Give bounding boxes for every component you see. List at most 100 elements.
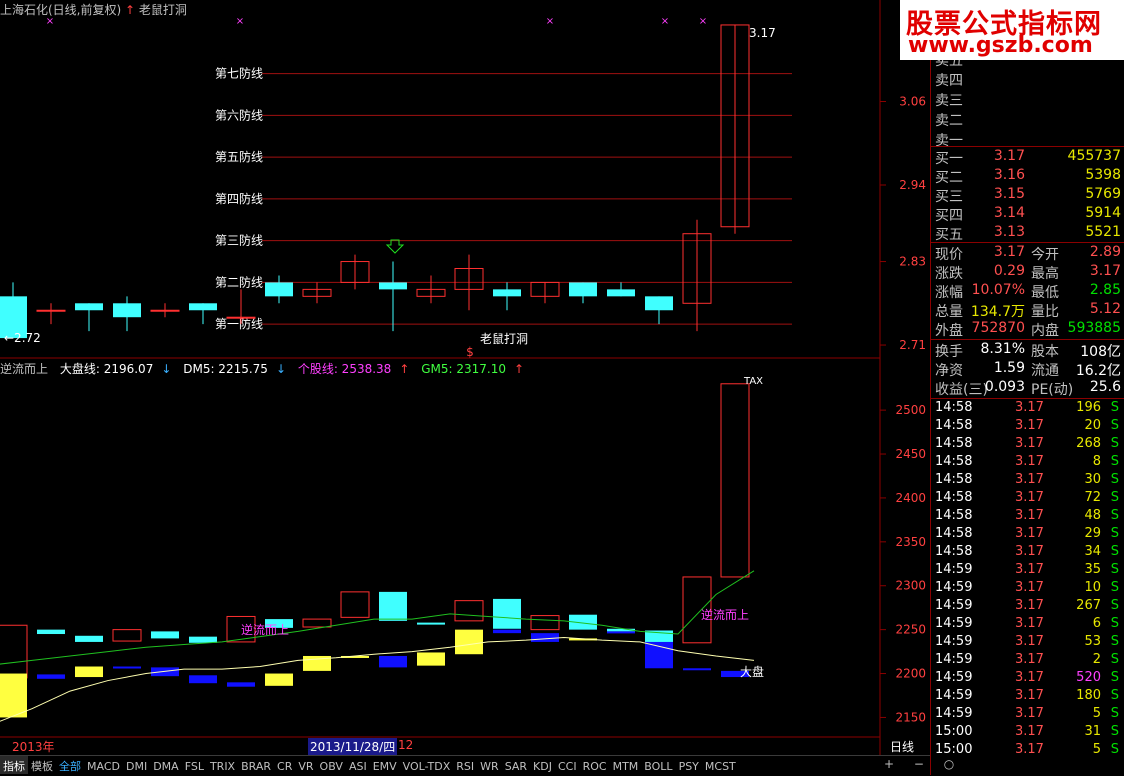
- toolbar-item-wr[interactable]: WR: [477, 758, 502, 773]
- toolbar-item-sar[interactable]: SAR: [502, 758, 530, 773]
- index-bar: [683, 668, 711, 671]
- stat-value: 108亿: [1080, 344, 1121, 360]
- tick-price: 3.17: [1015, 508, 1044, 523]
- tick-price: 3.17: [1015, 580, 1044, 595]
- tick-row[interactable]: 14:59 3.17 267 S: [933, 598, 1123, 616]
- candle-body: [150, 309, 180, 312]
- toolbar-item-vol-tdx[interactable]: VOL-TDX: [400, 758, 454, 773]
- quote-value: 3.17: [1089, 263, 1121, 279]
- tick-side: S: [1110, 616, 1119, 631]
- tick-row[interactable]: 14:58 3.17 196 S: [933, 400, 1123, 418]
- quote-row: 总量 134.7万 量比 5.12: [933, 301, 1123, 320]
- defense-line-label: 第三防线: [215, 233, 263, 248]
- toolbar-item-boll[interactable]: BOLL: [641, 758, 675, 773]
- price-axis-label: 2.94: [899, 178, 926, 192]
- tick-row[interactable]: 15:00 3.17 31 S: [933, 724, 1123, 742]
- toolbar-item-cci[interactable]: CCI: [555, 758, 580, 773]
- toolbar-item-cr[interactable]: CR: [274, 758, 295, 773]
- tick-row[interactable]: 14:59 3.17 53 S: [933, 634, 1123, 652]
- indicator-name[interactable]: 逆流而上: [0, 362, 48, 376]
- tick-price: 3.17: [1015, 634, 1044, 649]
- toolbar-item-dmi[interactable]: DMI: [123, 758, 150, 773]
- buy-row[interactable]: 买四 3.14 5914: [933, 205, 1123, 224]
- toolbar-item-dma[interactable]: DMA: [150, 758, 182, 773]
- tick-row[interactable]: 14:59 3.17 520 S: [933, 670, 1123, 688]
- tick-side: S: [1110, 400, 1119, 415]
- index-bar: [37, 674, 65, 679]
- toolbar-item-mtm[interactable]: MTM: [610, 758, 642, 773]
- buy-price: 3.15: [993, 186, 1025, 202]
- toolbar-item-全部[interactable]: 全部: [56, 756, 84, 774]
- toolbar-item-rsi[interactable]: RSI: [453, 758, 477, 773]
- tick-row[interactable]: 14:58 3.17 8 S: [933, 454, 1123, 472]
- tick-row[interactable]: 14:59 3.17 6 S: [933, 616, 1123, 634]
- tick-time: 14:58: [935, 454, 973, 469]
- dm5-line: [0, 637, 755, 722]
- toolbar-item-asi[interactable]: ASI: [346, 758, 370, 773]
- sell-row[interactable]: 卖二: [933, 110, 1123, 129]
- tick-row[interactable]: 14:58 3.17 34 S: [933, 544, 1123, 562]
- stock-bar: [302, 618, 332, 628]
- toolbar-item-模板[interactable]: 模板: [28, 756, 56, 774]
- tick-volume: 31: [1084, 724, 1101, 739]
- buy-row[interactable]: 买二 3.16 5398: [933, 167, 1123, 186]
- candle-body: [645, 296, 673, 311]
- tick-row[interactable]: 14:58 3.17 20 S: [933, 418, 1123, 436]
- buy-row[interactable]: 买五 3.13 5521: [933, 224, 1123, 243]
- toolbar-item-psy[interactable]: PSY: [676, 758, 702, 773]
- stock-bar: [0, 624, 28, 679]
- index-bar: [417, 652, 445, 666]
- stock-bar: [454, 600, 484, 622]
- ind-axis-label: 2250: [895, 623, 926, 637]
- ind-axis-label: 2350: [895, 535, 926, 549]
- toolbar-item-vr[interactable]: VR: [295, 758, 316, 773]
- tick-row[interactable]: 14:59 3.17 2 S: [933, 652, 1123, 670]
- toolbar-item-macd[interactable]: MACD: [84, 758, 123, 773]
- index-bar: [113, 666, 141, 669]
- tick-row[interactable]: 15:00 3.17 5 S: [933, 742, 1123, 760]
- buy-row[interactable]: 买一 3.17 455737: [933, 148, 1123, 167]
- sell-row[interactable]: 卖三: [933, 90, 1123, 109]
- tick-volume: 267: [1076, 598, 1101, 613]
- tick-row[interactable]: 14:58 3.17 72 S: [933, 490, 1123, 508]
- stat-label: 净资: [935, 363, 963, 379]
- toolbar-item-指标[interactable]: 指标: [0, 756, 28, 774]
- buy-volume: 455737: [1067, 148, 1121, 164]
- defense-line-label: 第五防线: [215, 149, 263, 164]
- tick-row[interactable]: 14:59 3.17 10 S: [933, 580, 1123, 598]
- dpx-value: 大盘线: 2196.07 ↓: [59, 362, 172, 376]
- quote-row: 现价 3.17 今开 2.89: [933, 244, 1123, 263]
- buy-row[interactable]: 买三 3.15 5769: [933, 186, 1123, 205]
- toolbar-item-mcst[interactable]: MCST: [702, 758, 739, 773]
- toolbar-item-fsl[interactable]: FSL: [182, 758, 207, 773]
- stat-value: 8.31%: [980, 341, 1025, 357]
- tick-row[interactable]: 14:58 3.17 268 S: [933, 436, 1123, 454]
- tick-side: S: [1110, 724, 1119, 739]
- tick-price: 3.17: [1015, 472, 1044, 487]
- tick-row[interactable]: 14:59 3.17 5 S: [933, 706, 1123, 724]
- sell-label: 卖四: [935, 73, 963, 89]
- divider: [931, 146, 1124, 147]
- formula-name[interactable]: 老鼠打洞: [139, 3, 187, 17]
- candle-body: [569, 282, 597, 297]
- tick-time: 14:58: [935, 544, 973, 559]
- toolbar-item-obv[interactable]: OBV: [317, 758, 346, 773]
- toolbar-item-brar[interactable]: BRAR: [238, 758, 274, 773]
- defense-line-label: 第四防线: [215, 191, 263, 206]
- tick-row[interactable]: 14:58 3.17 48 S: [933, 508, 1123, 526]
- tick-row[interactable]: 14:58 3.17 30 S: [933, 472, 1123, 490]
- toolbar-item-emv[interactable]: EMV: [370, 758, 400, 773]
- tick-time: 14:59: [935, 616, 973, 631]
- period-label[interactable]: 日线: [890, 738, 914, 755]
- tick-row[interactable]: 14:59 3.17 35 S: [933, 562, 1123, 580]
- tick-side: S: [1110, 580, 1119, 595]
- kline-chart[interactable]: 3.06 2.94 2.83 2.71 第七防线第六防线第五防线第四防线第三防线第二防线…: [0, 0, 930, 755]
- buy-price: 3.14: [993, 205, 1025, 221]
- toolbar-item-trix[interactable]: TRIX: [207, 758, 238, 773]
- tick-row[interactable]: 14:58 3.17 29 S: [933, 526, 1123, 544]
- sell-row[interactable]: 卖四: [933, 70, 1123, 89]
- toolbar-item-roc[interactable]: ROC: [580, 758, 610, 773]
- toolbar-item-kdj[interactable]: KDJ: [530, 758, 555, 773]
- tick-row[interactable]: 14:59 3.17 180 S: [933, 688, 1123, 706]
- tick-side: S: [1110, 490, 1119, 505]
